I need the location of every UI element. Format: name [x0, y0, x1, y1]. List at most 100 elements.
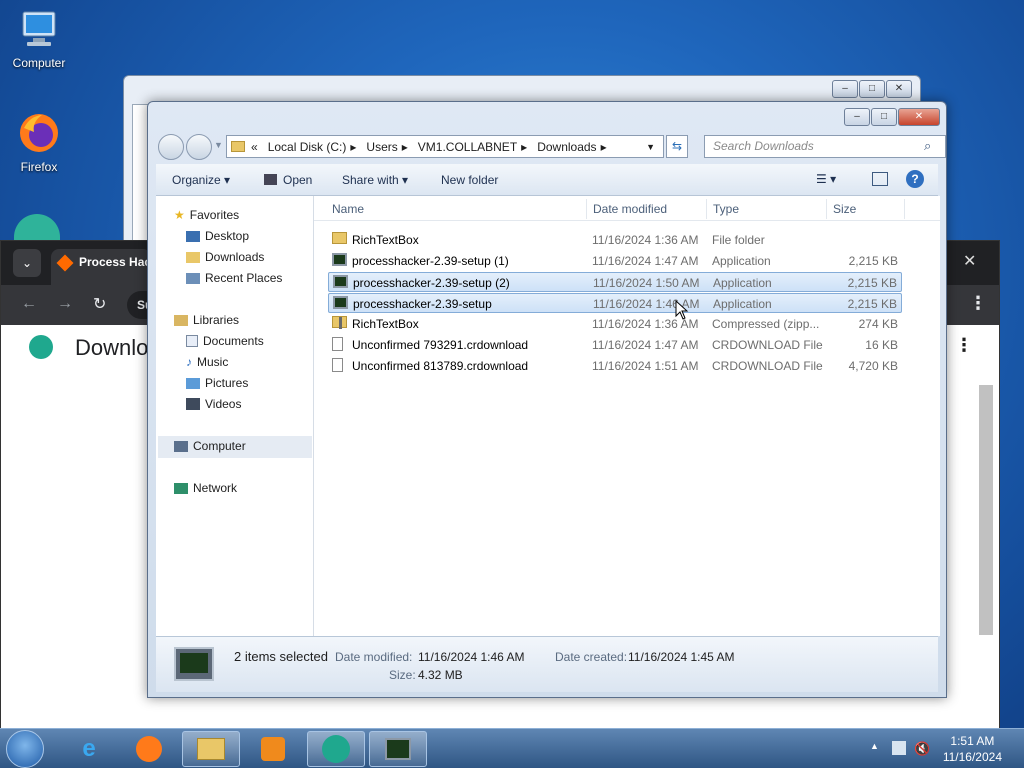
- nav-pictures[interactable]: Pictures: [186, 376, 248, 390]
- details-size-value: 4.32 MB: [418, 668, 463, 682]
- taskbar-ie-button[interactable]: e: [60, 731, 118, 767]
- file-size: 4,720 KB: [848, 359, 898, 373]
- reload-icon[interactable]: ↻: [93, 294, 106, 314]
- star-icon: ★: [174, 208, 185, 222]
- breadcrumb-downloads[interactable]: Downloads: [537, 140, 596, 154]
- file-row[interactable]: processhacker-2.39-setup (1) 11/16/2024 1…: [328, 251, 902, 271]
- start-button[interactable]: [6, 730, 44, 768]
- close-button[interactable]: ✕: [886, 80, 912, 98]
- minimize-button[interactable]: –: [844, 108, 870, 126]
- forward-button[interactable]: [186, 134, 212, 160]
- scrollbar[interactable]: [979, 385, 993, 635]
- menu-icon[interactable]: ⋮: [969, 293, 987, 314]
- desktop-icon-label: Firefox: [20, 160, 58, 174]
- refresh-button[interactable]: ⇆: [666, 135, 688, 158]
- back-icon[interactable]: ←: [21, 295, 37, 313]
- taskbar: e ▲ 🔇 1:51 AM 11/16/2024: [0, 728, 1024, 768]
- details-item-count: 2 items selected: [234, 649, 328, 664]
- command-bar: Organize ▾ Open Share with ▾ New folder …: [156, 164, 938, 196]
- network-icon: [174, 482, 188, 494]
- taskbar-browser-button[interactable]: [307, 731, 365, 767]
- taskbar-media-player-button[interactable]: [244, 731, 302, 767]
- file-row[interactable]: RichTextBox 11/16/2024 1:36 AM Compressed …: [328, 314, 902, 334]
- search-input[interactable]: Search Downloads: [704, 135, 946, 158]
- close-button[interactable]: ✕: [898, 108, 940, 126]
- volume-muted-icon[interactable]: 🔇: [914, 741, 930, 757]
- file-row[interactable]: RichTextBox 11/16/2024 1:36 AM File folder: [328, 230, 902, 250]
- view-options-icon[interactable]: ☰ ▾: [816, 172, 836, 186]
- nav-libraries[interactable]: Libraries: [174, 313, 239, 327]
- browser-tab[interactable]: Process Hack: [51, 249, 151, 285]
- column-name[interactable]: Name: [332, 202, 364, 216]
- page-heading: Downlo: [75, 335, 149, 360]
- nav-documents[interactable]: Documents: [186, 334, 264, 348]
- tab-search-button[interactable]: ⌄: [13, 249, 41, 277]
- details-created-label: Date created:: [555, 650, 628, 664]
- window-close-icon[interactable]: ✕: [963, 251, 976, 271]
- firefox-icon: [16, 110, 62, 156]
- file-type: File folder: [712, 233, 765, 247]
- nav-music[interactable]: ♪ Music: [186, 355, 228, 369]
- address-bar[interactable]: « Local Disk (C:) ▸ Users ▸ VM1.COLLABNET ▸…: [226, 135, 664, 158]
- taskbar-explorer-button[interactable]: [182, 731, 240, 767]
- column-headers: Name Date modified Type Size: [314, 196, 940, 221]
- new-folder-button[interactable]: New folder: [441, 173, 498, 187]
- breadcrumb-users[interactable]: Users: [366, 140, 397, 154]
- maximize-button[interactable]: □: [859, 80, 885, 98]
- file-name: processhacker-2.39-setup: [353, 297, 492, 311]
- organize-button[interactable]: Organize ▾: [172, 173, 230, 187]
- forward-icon[interactable]: →: [57, 295, 73, 313]
- taskbar-firefox-button[interactable]: [120, 731, 178, 767]
- column-date-modified[interactable]: Date modified: [593, 202, 667, 216]
- nav-favorites[interactable]: ★ Favorites: [174, 208, 239, 222]
- media-player-icon: [261, 737, 285, 761]
- nav-computer[interactable]: Computer: [174, 439, 246, 453]
- taskbar-clock[interactable]: 1:51 AM 11/16/2024: [943, 733, 1002, 765]
- videos-icon: [186, 398, 200, 410]
- process-hacker-icon: [385, 738, 411, 760]
- nav-videos[interactable]: Videos: [186, 397, 241, 411]
- desktop-icon-computer[interactable]: Computer: [4, 8, 74, 70]
- recent-places-icon: [186, 272, 200, 284]
- nav-recent-places[interactable]: Recent Places: [186, 271, 282, 285]
- navigation-pane: ★ Favorites Desktop Downloads Recent Plac…: [156, 196, 314, 636]
- nav-network[interactable]: Network: [174, 481, 237, 495]
- breadcrumb-overflow[interactable]: «: [251, 140, 258, 154]
- desktop-icon-firefox[interactable]: Firefox: [4, 110, 74, 174]
- show-hidden-icons[interactable]: ▲: [870, 741, 879, 751]
- nav-desktop[interactable]: Desktop: [186, 229, 249, 243]
- file-size: 2,215 KB: [847, 297, 897, 311]
- preview-pane-icon[interactable]: [872, 172, 888, 186]
- browser-icon: [322, 735, 350, 763]
- file-name: processhacker-2.39-setup (1): [352, 254, 509, 268]
- site-logo-icon: [29, 335, 53, 359]
- breadcrumb-local-disk[interactable]: Local Disk (C:): [268, 140, 347, 154]
- minimize-button[interactable]: –: [832, 80, 858, 98]
- taskbar-process-hacker-button[interactable]: [369, 731, 427, 767]
- column-type[interactable]: Type: [713, 202, 739, 216]
- recent-pages-icon[interactable]: ▼: [214, 140, 223, 150]
- file-type: CRDOWNLOAD File: [712, 338, 823, 352]
- details-size-label: Size:: [389, 668, 416, 682]
- breadcrumb-vm1[interactable]: VM1.COLLABNET: [418, 140, 517, 154]
- file-size: 2,215 KB: [847, 276, 897, 290]
- help-icon[interactable]: ?: [906, 170, 924, 188]
- network-tray-icon[interactable]: [892, 741, 906, 755]
- page-menu-icon[interactable]: ⋮: [955, 335, 973, 356]
- open-button[interactable]: Open: [264, 173, 312, 187]
- share-with-button[interactable]: Share with ▾: [342, 173, 408, 187]
- app-icon: [333, 296, 348, 312]
- back-button[interactable]: [158, 134, 184, 160]
- file-row[interactable]: processhacker-2.39-setup (2) 11/16/2024 1…: [328, 272, 902, 292]
- maximize-button[interactable]: □: [871, 108, 897, 126]
- file-row[interactable]: Unconfirmed 793291.crdownload 11/16/2024 …: [328, 335, 902, 355]
- file-row[interactable]: processhacker-2.39-setup 11/16/2024 1:46 …: [328, 293, 902, 313]
- app-icon: [332, 253, 347, 269]
- column-size[interactable]: Size: [833, 202, 856, 216]
- file-row[interactable]: Unconfirmed 813789.crdownload 11/16/2024 …: [328, 356, 902, 376]
- nav-downloads[interactable]: Downloads: [186, 250, 264, 264]
- computer-icon: [174, 440, 188, 452]
- address-dropdown-icon[interactable]: ▼: [646, 142, 655, 152]
- zip-folder-icon: [332, 316, 347, 331]
- file-type: Application: [713, 276, 772, 290]
